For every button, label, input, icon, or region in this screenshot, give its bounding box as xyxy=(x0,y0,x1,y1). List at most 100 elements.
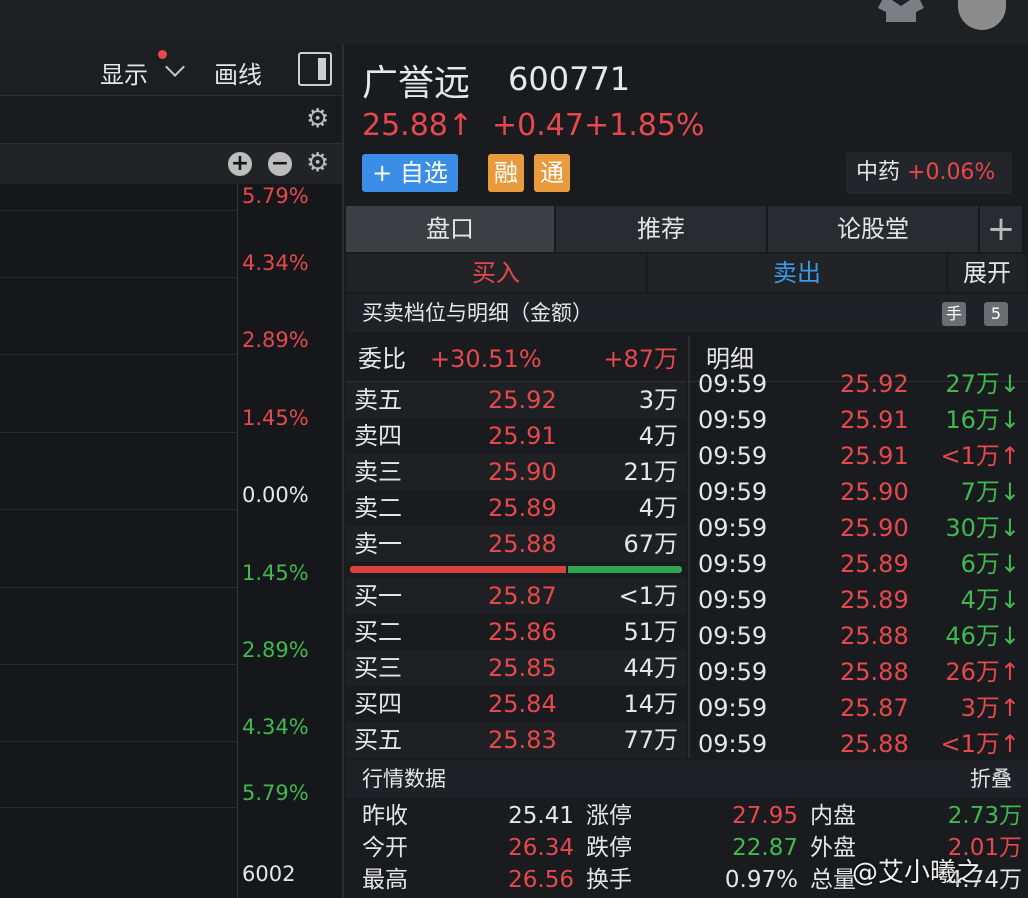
axis-label: 1.45% xyxy=(242,561,309,585)
sector-badge[interactable]: 中药 +0.06% xyxy=(846,152,1012,194)
detail-volume: 46万↓ xyxy=(945,622,1020,650)
tab-order-book[interactable]: 盘口 xyxy=(346,206,556,252)
axis-label: 0.00% xyxy=(242,483,309,507)
margin-tag[interactable]: 融 xyxy=(488,154,524,192)
book-price: 25.87 xyxy=(488,582,557,610)
bid-row[interactable]: 买五 25.83 77万 xyxy=(346,722,686,758)
ask-levels: 卖五 25.92 3万 卖四 25.91 4万 卖三 25.90 21万 卖二 25.89 4万 卖一 2… xyxy=(346,382,686,562)
grid-line xyxy=(0,741,237,742)
detail-volume: 3万↑ xyxy=(960,694,1020,722)
zoom-out-icon[interactable]: − xyxy=(268,152,292,176)
detail-time: 09:59 xyxy=(698,658,768,686)
quote-panel: 广誉远 600771 25.88↑ +0.47 +1.85% + 自选 融 通 … xyxy=(346,44,1028,898)
buy-button[interactable]: 买入 xyxy=(346,254,648,292)
axis-divider xyxy=(237,184,238,898)
hand-unit-toggle[interactable]: 手 xyxy=(942,302,966,326)
book-label: 买三 xyxy=(354,654,402,682)
ask-row[interactable]: 卖一 25.88 67万 xyxy=(346,526,686,562)
market-value: 27.95 xyxy=(732,803,798,829)
book-title: 买卖档位与明细（金额） xyxy=(362,301,593,325)
stock-change-pct: +1.85% xyxy=(584,108,705,143)
detail-time: 09:59 xyxy=(698,694,768,722)
gear-icon[interactable]: ⚙ xyxy=(306,106,329,132)
ask-row[interactable]: 卖二 25.89 4万 xyxy=(346,490,686,526)
market-key: 总量 xyxy=(810,867,856,893)
detail-row: 09:59 25.87 3万↑ xyxy=(690,690,1028,726)
detail-row: 09:59 25.90 30万↓ xyxy=(690,510,1028,546)
bid-ask-ratio-bar xyxy=(346,562,686,578)
detail-row: 09:59 25.89 6万↓ xyxy=(690,546,1028,582)
stock-price: 25.88↑ xyxy=(362,108,474,143)
add-favorite-button[interactable]: + 自选 xyxy=(362,154,458,192)
market-value: 26.34 xyxy=(508,835,574,861)
detail-volume: 4万↓ xyxy=(960,586,1020,614)
axis-label: 5.79% xyxy=(242,781,309,805)
tab-recommend[interactable]: 推荐 xyxy=(556,206,768,252)
book-label: 买一 xyxy=(354,582,402,610)
detail-time: 09:59 xyxy=(698,622,768,650)
market-key: 外盘 xyxy=(810,835,856,861)
level-count-toggle[interactable]: 5 xyxy=(984,302,1008,326)
add-tab-icon[interactable]: + xyxy=(980,206,1024,252)
chart-toolbar: 显示 画线 xyxy=(0,44,342,96)
axis-label: 2.89% xyxy=(242,328,309,352)
connect-tag[interactable]: 通 xyxy=(534,154,570,192)
axis-label: 1.45% xyxy=(242,406,309,430)
sector-name: 中药 xyxy=(856,160,901,185)
avatar[interactable] xyxy=(958,0,1006,30)
detail-volume: 26万↑ xyxy=(945,658,1020,686)
bid-row[interactable]: 买四 25.84 14万 xyxy=(346,686,686,722)
bid-row[interactable]: 买二 25.86 51万 xyxy=(346,614,686,650)
order-ratio-row: 委比 +30.51% +87万 xyxy=(346,336,686,382)
book-price: 25.83 xyxy=(488,726,557,754)
detail-time: 09:59 xyxy=(698,514,768,542)
volume-label: 6002 xyxy=(242,862,296,886)
detail-row: 09:59 25.91 <1万↑ xyxy=(690,438,1028,474)
detail-volume: <1万↑ xyxy=(940,730,1021,758)
ask-row[interactable]: 卖五 25.92 3万 xyxy=(346,382,686,418)
detail-price: 25.87 xyxy=(840,694,909,722)
market-key: 今开 xyxy=(362,835,408,861)
notification-dot xyxy=(158,50,167,59)
book-vol: 77万 xyxy=(623,726,678,754)
sell-button[interactable]: 卖出 xyxy=(648,254,948,292)
panel-toggle-icon[interactable] xyxy=(298,52,332,86)
market-value: 2.73万 xyxy=(947,803,1022,829)
detail-row: 09:59 25.89 4万↓ xyxy=(690,582,1028,618)
book-label: 卖四 xyxy=(354,422,402,450)
gear-icon[interactable]: ⚙ xyxy=(306,150,329,176)
zoom-in-icon[interactable]: + xyxy=(228,152,252,176)
book-vol: 44万 xyxy=(623,654,678,682)
detail-price: 25.91 xyxy=(840,406,909,434)
book-price: 25.92 xyxy=(488,386,557,414)
trade-bar: 买入 卖出 展开 xyxy=(346,254,1028,292)
display-menu[interactable]: 显示 xyxy=(100,55,148,90)
detail-price: 25.89 xyxy=(840,586,909,614)
detail-price: 25.88 xyxy=(840,622,909,650)
detail-price: 25.90 xyxy=(840,478,909,506)
book-label: 卖三 xyxy=(354,458,402,486)
ratio-pct: +30.51% xyxy=(430,345,542,373)
top-bar xyxy=(0,0,1028,44)
market-value: 22.87 xyxy=(732,835,798,861)
chevron-down-icon[interactable] xyxy=(165,57,185,77)
shirt-icon[interactable] xyxy=(878,0,924,22)
bid-row[interactable]: 买一 25.87 <1万 xyxy=(346,578,686,614)
tab-forum[interactable]: 论股堂 xyxy=(768,206,980,252)
detail-list[interactable]: 09:59 25.92 27万↓ 09:59 25.91 16万↓ 09:59 25.91 <1… xyxy=(690,366,1028,758)
expand-button[interactable]: 展开 xyxy=(948,254,1028,292)
collapse-button[interactable]: 折叠 xyxy=(970,760,1012,798)
draw-line-button[interactable]: 画线 xyxy=(214,55,262,90)
detail-time: 09:59 xyxy=(698,478,768,506)
book-vol: 4万 xyxy=(638,494,678,522)
ratio-label: 委比 xyxy=(358,345,406,373)
book-price: 25.88 xyxy=(488,530,557,558)
ask-row[interactable]: 卖四 25.91 4万 xyxy=(346,418,686,454)
bid-row[interactable]: 买三 25.85 44万 xyxy=(346,650,686,686)
ask-row[interactable]: 卖三 25.90 21万 xyxy=(346,454,686,490)
grid-line xyxy=(0,432,237,433)
detail-volume: 30万↓ xyxy=(945,514,1020,542)
detail-time: 09:59 xyxy=(698,442,768,470)
book-label: 买五 xyxy=(354,726,402,754)
book-price: 25.85 xyxy=(488,654,557,682)
